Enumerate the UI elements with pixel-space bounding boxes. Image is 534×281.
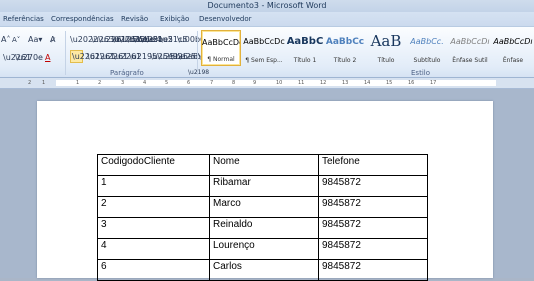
grow-font-button[interactable]: A˄ <box>1 35 10 45</box>
ruler-number: 9 <box>253 80 257 86</box>
table-row: 6 Carlos 9845872 <box>97 259 428 281</box>
ruler-number: 14 <box>364 80 371 86</box>
style-sem-espacamento[interactable]: AaBbCcDc ¶ Sem Esp... <box>243 30 285 66</box>
paragraph-dialog-launcher-icon[interactable]: \u2198 <box>188 68 209 78</box>
style-subtitulo[interactable]: AaBbCc. Subtítulo <box>406 30 448 66</box>
table-cell[interactable]: 9845872 <box>318 238 428 260</box>
style-sample: AaBbCcDc <box>202 38 241 47</box>
ribbon-tab-bar: Referências Correspondências Revisão Exi… <box>0 12 534 26</box>
ribbon: A˄ A˅ Aa▾ A̷ \u2261 \u270e A \u2022\u226… <box>0 26 534 78</box>
ruler-number: 2 <box>28 80 32 86</box>
tab-exibicao[interactable]: Exibição <box>160 12 189 26</box>
group-separator <box>197 31 198 75</box>
ruler-number: 5 <box>165 80 169 86</box>
ruler-number: 15 <box>386 80 393 86</box>
style-name: Título 2 <box>333 57 357 64</box>
table-cell[interactable]: 9845872 <box>318 259 428 281</box>
style-titulo-2[interactable]: AaBbCc Título 2 <box>325 30 365 66</box>
horizontal-ruler[interactable]: 2 1 1 2 3 4 5 6 7 8 9 10 11 12 13 14 15 … <box>0 78 534 89</box>
table-cell[interactable]: 4 <box>97 238 210 260</box>
ruler-number: 12 <box>320 80 327 86</box>
tab-desenvolvedor[interactable]: Desenvolvedor <box>199 12 252 26</box>
font-color-button[interactable]: A <box>45 53 50 63</box>
table-cell[interactable]: 9845872 <box>318 175 428 197</box>
group-label-estilo: Estilo <box>411 69 430 77</box>
table-cell[interactable]: Marco <box>209 196 319 218</box>
ruler-number: 1 <box>42 80 46 86</box>
ruler-number: 8 <box>232 80 236 86</box>
ruler-number: 4 <box>143 80 147 86</box>
style-name: Título 1 <box>293 57 317 64</box>
ruler-number: 1 <box>76 80 80 86</box>
style-sample: AaBbCcDı <box>450 37 490 46</box>
title-bar: Documento3 - Microsoft Word <box>0 0 534 12</box>
ruler-number: 7 <box>210 80 214 86</box>
table-cell[interactable]: Reinaldo <box>209 217 319 239</box>
style-name: ¶ Normal <box>207 56 235 63</box>
table-row: 4 Lourenço 9845872 <box>97 238 428 260</box>
table-header-cell[interactable]: Nome <box>209 154 319 176</box>
table-row: 2 Marco 9845872 <box>97 196 428 218</box>
ruler-number: 16 <box>408 80 415 86</box>
table-header-cell[interactable]: Telefone <box>318 154 428 176</box>
highlight-icon[interactable]: \u270e <box>15 53 43 63</box>
table-cell[interactable]: 9845872 <box>318 217 428 239</box>
clear-formatting-button[interactable]: A̷ <box>50 35 55 45</box>
tab-correspondencias[interactable]: Correspondências <box>51 12 114 26</box>
table-cell[interactable]: 1 <box>97 175 210 197</box>
ruler-number: 2 <box>98 80 102 86</box>
change-case-button[interactable]: Aa▾ <box>28 35 42 45</box>
table-cell[interactable]: 2 <box>97 196 210 218</box>
ruler-number: 3 <box>121 80 125 86</box>
table-cell[interactable]: Carlos <box>209 259 319 281</box>
style-sample: AaBbCc. <box>410 37 444 46</box>
tab-referencias[interactable]: Referências <box>3 12 44 26</box>
style-sample: AaBbC <box>286 36 324 47</box>
table-header-row: CodigodoCliente Nome Telefone <box>97 154 428 176</box>
style-name: Ênfase Sutil <box>452 57 488 64</box>
table-cell[interactable]: 3 <box>97 217 210 239</box>
style-normal[interactable]: AaBbCcDc ¶ Normal <box>201 30 241 66</box>
table-row: 1 Ribamar 9845872 <box>97 175 428 197</box>
window-title: Documento3 - Microsoft Word <box>207 1 327 10</box>
style-name: Subtítulo <box>413 57 441 64</box>
table-cell[interactable]: Lourenço <box>209 238 319 260</box>
ruler-number: 11 <box>298 80 305 86</box>
style-titulo[interactable]: AaB Título <box>366 30 406 66</box>
group-separator <box>65 31 66 75</box>
ruler-number: 13 <box>342 80 349 86</box>
style-sample: AaBbCc <box>325 37 365 47</box>
shrink-font-button[interactable]: A˅ <box>12 35 20 45</box>
style-name: Ênfase <box>502 57 524 64</box>
style-sample: AaBbCcDc <box>243 37 285 46</box>
style-name: ¶ Sem Esp... <box>245 57 283 64</box>
style-titulo-1[interactable]: AaBbC Título 1 <box>285 30 325 66</box>
ruler-number: 6 <box>187 80 191 86</box>
style-name: Título <box>377 57 395 64</box>
style-enfase[interactable]: AaBbCcDı Ênfase <box>492 30 534 66</box>
table-header-cell[interactable]: CodigodoCliente <box>97 154 210 176</box>
customer-table[interactable]: CodigodoCliente Nome Telefone 1 Ribamar … <box>97 154 428 281</box>
style-enfase-sutil[interactable]: AaBbCcDı Ênfase Sutil <box>448 30 492 66</box>
tab-revisao[interactable]: Revisão <box>121 12 148 26</box>
table-cell[interactable]: Ribamar <box>209 175 319 197</box>
style-sample: AaBbCcDı <box>493 37 533 46</box>
table-cell[interactable]: 9845872 <box>318 196 428 218</box>
ruler-number: 17 <box>430 80 437 86</box>
group-label-paragrafo: Parágrafo <box>110 69 144 77</box>
style-sample: AaB <box>370 32 402 50</box>
table-row: 3 Reinaldo 9845872 <box>97 217 428 239</box>
table-cell[interactable]: 6 <box>97 259 210 281</box>
ruler-number: 10 <box>276 80 283 86</box>
